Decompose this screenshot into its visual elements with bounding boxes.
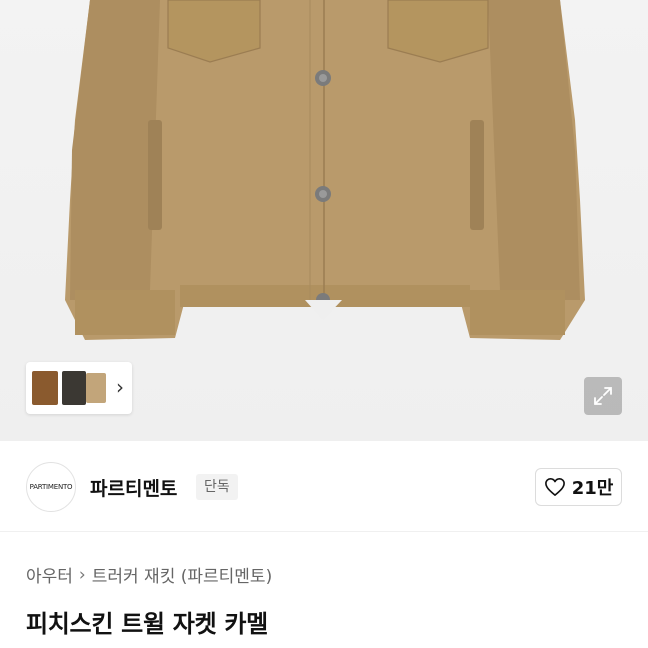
breadcrumb-category[interactable]: 아우터 (26, 562, 73, 587)
brand-logo[interactable]: PARTIMENTO (26, 462, 76, 512)
chevron-right-icon: › (78, 564, 86, 585)
brand-row: PARTIMENTO 파르티멘토 단독 21만 (0, 441, 648, 531)
divider (0, 531, 648, 532)
exclusive-badge: 단독 (196, 474, 238, 500)
brand-name[interactable]: 파르티멘토 (90, 474, 177, 501)
thumbnail-strip[interactable]: › (26, 362, 132, 414)
chevron-right-icon[interactable]: › (116, 376, 124, 398)
thumbnail-images[interactable] (30, 365, 110, 411)
heart-outline-icon (544, 478, 565, 496)
breadcrumb: 아우터 › 트러커 재킷 (파르티멘토) (26, 562, 272, 588)
breadcrumb-subcategory[interactable]: 트러커 재킷 (파르티멘토) (92, 562, 272, 587)
product-title: 피치스킨 트윌 자켓 카멜 (26, 610, 268, 638)
like-button[interactable]: 21만 (535, 468, 622, 506)
expand-button[interactable] (584, 377, 622, 415)
like-count: 21만 (571, 478, 614, 499)
expand-arrows-icon (594, 387, 612, 405)
brand-logo-text: PARTIMENTO (29, 483, 73, 491)
product-image-area[interactable]: › (0, 0, 648, 441)
